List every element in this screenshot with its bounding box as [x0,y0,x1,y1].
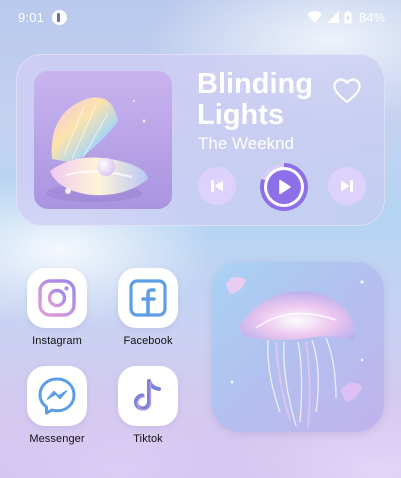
pearl-shell-artwork [34,71,172,209]
app-label: Instagram [32,335,82,347]
app-tile-tiktok[interactable] [118,366,178,426]
app-tile-instagram[interactable] [27,268,87,328]
battery-percent: 84% [358,9,385,25]
app-instagram[interactable]: Instagram [12,268,102,358]
tiktok-icon [134,379,161,411]
battery-icon [344,10,352,23]
app-tile-messenger[interactable] [27,366,87,426]
heart-icon [333,78,361,104]
next-icon [341,180,353,192]
next-button[interactable] [328,167,366,205]
app-facebook[interactable]: Facebook [103,268,193,358]
photo-widget[interactable] [212,262,384,432]
album-art[interactable] [34,71,172,209]
app-label: Messenger [29,433,85,445]
jellyfish-artwork [212,262,384,432]
previous-button[interactable] [198,167,236,205]
app-label: Facebook [123,335,173,347]
play-button[interactable] [260,163,308,211]
instagram-icon [38,279,76,317]
notification-app-icon [52,9,68,25]
signal-icon [326,11,339,23]
status-bar: 9:01 84% [0,0,401,34]
status-icons: 84% [306,9,385,25]
play-icon [279,179,291,195]
app-tile-facebook[interactable] [118,268,178,328]
facebook-icon [129,279,167,317]
song-artist: The Weeknd [198,134,295,153]
app-messenger[interactable]: Messenger [12,366,102,456]
status-time: 9:01 [18,9,45,25]
app-tiktok[interactable]: Tiktok [103,366,193,456]
app-label: Tiktok [133,433,163,445]
like-button[interactable] [332,76,362,106]
playback-controls [197,163,367,211]
music-widget[interactable]: Blinding Lights The Weeknd [16,54,385,226]
wifi-icon [306,11,322,23]
messenger-icon [38,377,76,415]
previous-icon [211,180,223,192]
